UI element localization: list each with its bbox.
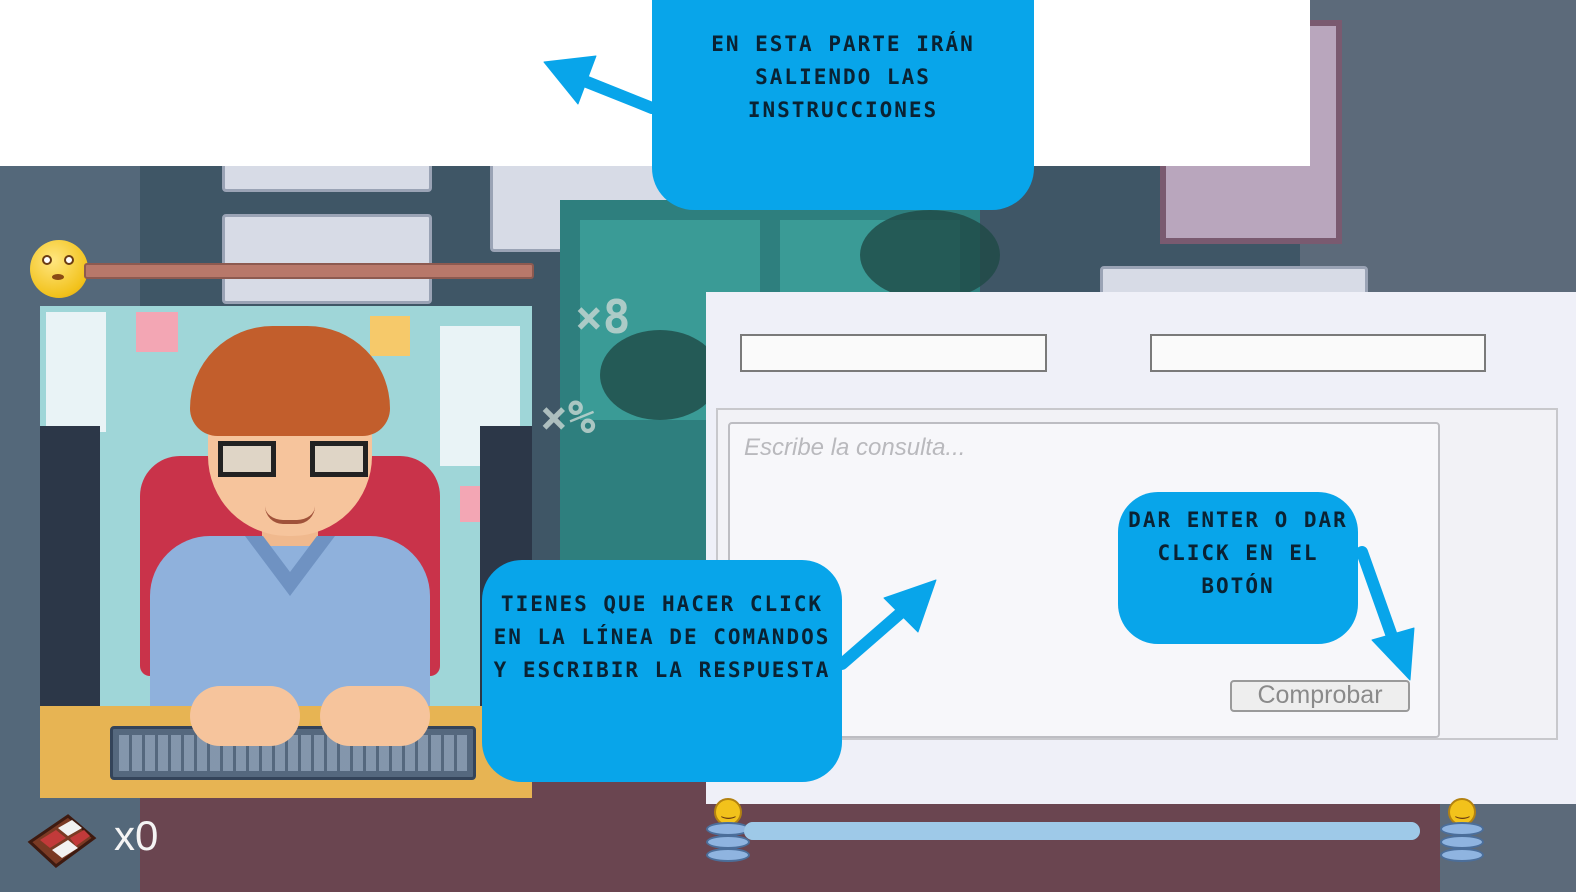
level-progress-fill bbox=[744, 822, 1420, 840]
right-answer-field[interactable] bbox=[1150, 334, 1486, 372]
command-line-tutorial-text: Tienes que hacer click en la línea de co… bbox=[493, 592, 831, 682]
left-answer-field[interactable] bbox=[740, 334, 1047, 372]
item-count: x0 bbox=[114, 812, 159, 859]
programmer-character-image bbox=[40, 306, 532, 798]
goal-database-icon bbox=[1440, 798, 1484, 874]
level-progress-bar bbox=[744, 822, 1420, 840]
instructions-tutorial-text: En esta parte irán saliendo las instrucc… bbox=[711, 32, 975, 122]
mood-bar bbox=[84, 263, 534, 279]
chocolate-bar-icon bbox=[22, 808, 98, 872]
instructions-tutorial-bubble: En esta parte irán saliendo las instrucc… bbox=[652, 0, 1034, 210]
check-button[interactable]: Comprobar bbox=[1230, 680, 1410, 712]
submit-tutorial-text: Dar enter o dar click en el botón bbox=[1128, 508, 1348, 598]
worried-face-icon bbox=[30, 240, 88, 298]
command-line-tutorial-bubble: Tienes que hacer click en la línea de co… bbox=[482, 560, 842, 782]
submit-tutorial-bubble: Dar enter o dar click en el botón bbox=[1118, 492, 1358, 644]
